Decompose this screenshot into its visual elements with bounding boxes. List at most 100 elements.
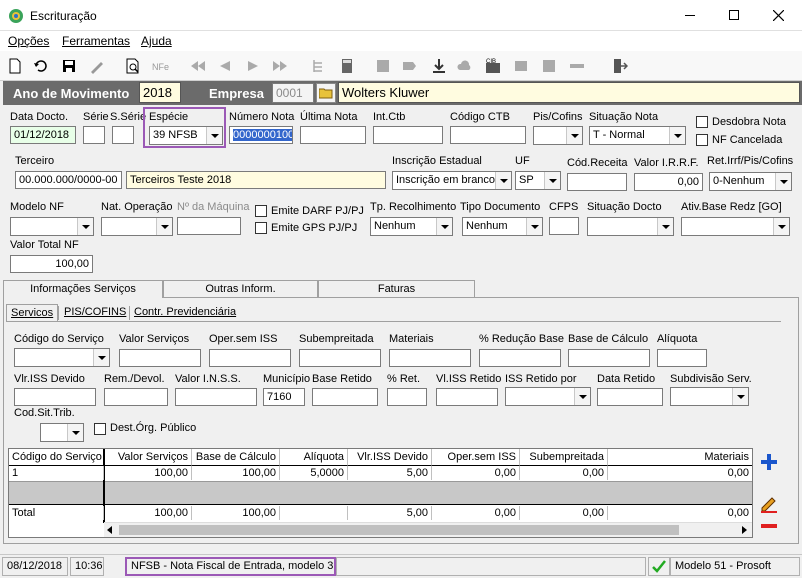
emite-gps-checkbox[interactable] [255, 222, 267, 234]
desdobra-nota-checkbox[interactable] [696, 116, 708, 128]
tab-faturas[interactable]: Faturas [318, 280, 475, 298]
exit-icon[interactable] [610, 57, 628, 75]
irrf-field[interactable]: 0,00 [634, 173, 703, 191]
nf-cancelada-checkbox[interactable] [696, 134, 708, 146]
menu-ajuda[interactable]: Ajuda [141, 34, 172, 48]
subtab-servicos[interactable]: Servicos [6, 304, 59, 322]
calculator-icon[interactable] [338, 57, 356, 75]
grid-header-opersem[interactable]: Oper.sem ISS [432, 449, 520, 466]
empresa-name-field[interactable]: Wolters Kluwer [338, 82, 800, 103]
grid-header-subempreitada[interactable]: Subempreitada [520, 449, 608, 466]
nat-operacao-select[interactable] [101, 217, 173, 236]
terceiro-doc-field[interactable]: 00.000.000/0000-00 [15, 171, 122, 189]
uf-value: SP [519, 174, 534, 186]
inscricao-select[interactable]: Inscrição em branco [392, 171, 512, 190]
municipio-field[interactable]: 7160 [263, 388, 305, 406]
base-calculo-field[interactable] [568, 349, 650, 367]
maximize-button[interactable] [712, 0, 756, 31]
subtab-pis-cofins-label: PIS/COFINS [64, 306, 127, 318]
pct-ret-field[interactable] [387, 388, 427, 406]
grid-header-aliquota[interactable]: Alíquota [280, 449, 348, 466]
table-row-1-vliss[interactable]: 5,00 [348, 466, 432, 480]
oper-sem-iss-field[interactable] [209, 349, 291, 367]
subempreitada-field[interactable] [299, 349, 381, 367]
cfps-field[interactable] [549, 217, 579, 235]
close-button[interactable] [756, 0, 802, 31]
edit-row-button[interactable] [758, 493, 780, 513]
table-row-1-materiais[interactable]: 0,00 [608, 466, 752, 480]
situacao-docto-select[interactable] [587, 217, 674, 236]
uf-select[interactable]: SP [515, 171, 561, 190]
codigo-servico-select[interactable] [14, 348, 110, 367]
tab-outras-inform[interactable]: Outras Inform. [163, 280, 318, 298]
emite-darf-checkbox[interactable] [255, 205, 267, 217]
cib-icon[interactable]: CIB [484, 57, 502, 75]
ano-movimento-field[interactable]: 2018 [139, 82, 181, 103]
subdivisao-serv-select[interactable] [670, 387, 749, 406]
empresa-lookup-button[interactable] [316, 83, 336, 103]
empresa-code-field[interactable]: 0001 [272, 83, 314, 103]
terceiro-nome-field[interactable]: Terceiros Teste 2018 [126, 171, 386, 189]
especie-select[interactable]: 39 NFSB [149, 126, 223, 145]
tipo-documento-select[interactable]: Nenhum [462, 217, 543, 236]
base-retido-field[interactable] [312, 388, 378, 406]
materiais-field[interactable] [389, 349, 471, 367]
cod-sit-trib-select[interactable] [40, 423, 84, 442]
valor-total-field[interactable]: 100,00 [10, 255, 93, 273]
pis-cofins-select[interactable] [533, 126, 583, 145]
menu-ferramentas[interactable]: Ferramentas [62, 34, 130, 48]
download-icon[interactable] [430, 57, 448, 75]
iss-retido-por-select[interactable] [505, 387, 591, 406]
vlr-iss-devido-field[interactable] [14, 388, 96, 406]
grid-header-materiais[interactable]: Materiais [608, 449, 752, 466]
codigo-ctb-field[interactable] [450, 126, 526, 144]
int-ctb-field[interactable] [373, 126, 443, 144]
situacao-nota-select[interactable]: T - Normal [589, 126, 686, 145]
scroll-thumb[interactable] [119, 525, 679, 535]
grid-header-base[interactable]: Base de Cálculo [192, 449, 280, 466]
table-row-1-valor[interactable]: 100,00 [104, 466, 192, 480]
menu-opcoes[interactable]: Opções [8, 34, 49, 48]
tab-informacoes-servicos[interactable]: Informações Serviços [3, 280, 163, 298]
vl-iss-retido-field[interactable] [436, 388, 498, 406]
table-row-1-subempreitada[interactable]: 0,00 [520, 466, 608, 480]
valor-servicos-field[interactable] [119, 349, 201, 367]
remove-row-button[interactable] [758, 518, 780, 534]
tp-recolhimento-select[interactable]: Nenhum [370, 217, 453, 236]
grid-header-codigo[interactable]: Código do Serviço [9, 449, 104, 466]
save-icon[interactable] [60, 57, 78, 75]
aliquota-field[interactable] [657, 349, 707, 367]
grid-horizontal-scrollbar[interactable] [104, 522, 752, 537]
scroll-right-icon[interactable] [742, 526, 747, 534]
nf-cancelada-label: NF Cancelada [712, 134, 783, 146]
serie-field[interactable] [83, 126, 105, 144]
table-row-1-base[interactable]: 100,00 [192, 466, 280, 480]
valor-inss-field[interactable] [175, 388, 257, 406]
add-row-button[interactable] [758, 451, 780, 473]
ret-irrf-select[interactable]: 0-Nenhum [709, 172, 792, 191]
cod-receita-field[interactable] [567, 173, 627, 191]
s-serie-field[interactable] [112, 126, 134, 144]
data-retido-field[interactable] [597, 388, 663, 406]
grid-header-valor[interactable]: Valor Serviços [104, 449, 192, 466]
modelo-nf-select[interactable] [10, 217, 94, 236]
maquina-field[interactable] [177, 217, 241, 235]
grid-header-vliss[interactable]: Vlr.ISS Devido [348, 449, 432, 466]
numero-nota-field[interactable]: 0000000100 [229, 126, 293, 144]
ativ-base-select[interactable] [681, 217, 790, 236]
new-document-icon[interactable] [6, 57, 24, 75]
table-row-1-opersem[interactable]: 0,00 [432, 466, 520, 480]
dest-org-publico-checkbox[interactable] [94, 423, 106, 435]
table-row-1-aliquota[interactable]: 5,0000 [280, 466, 348, 480]
print-preview-icon[interactable] [124, 57, 142, 75]
ultima-nota-field[interactable] [300, 126, 366, 144]
reducao-base-field[interactable] [479, 349, 561, 367]
undo-icon[interactable] [32, 57, 50, 75]
subtab-pis-cofins[interactable]: PIS/COFINS [60, 304, 130, 322]
rem-devol-field[interactable] [104, 388, 168, 406]
table-row-1-codigo[interactable]: 1 [9, 466, 104, 480]
subtab-contr-previdenciaria[interactable]: Contr. Previdenciária [130, 304, 240, 322]
minimize-button[interactable] [668, 0, 712, 31]
scroll-left-icon[interactable] [107, 526, 112, 534]
data-docto-field[interactable]: 01/12/2018 [10, 126, 76, 144]
